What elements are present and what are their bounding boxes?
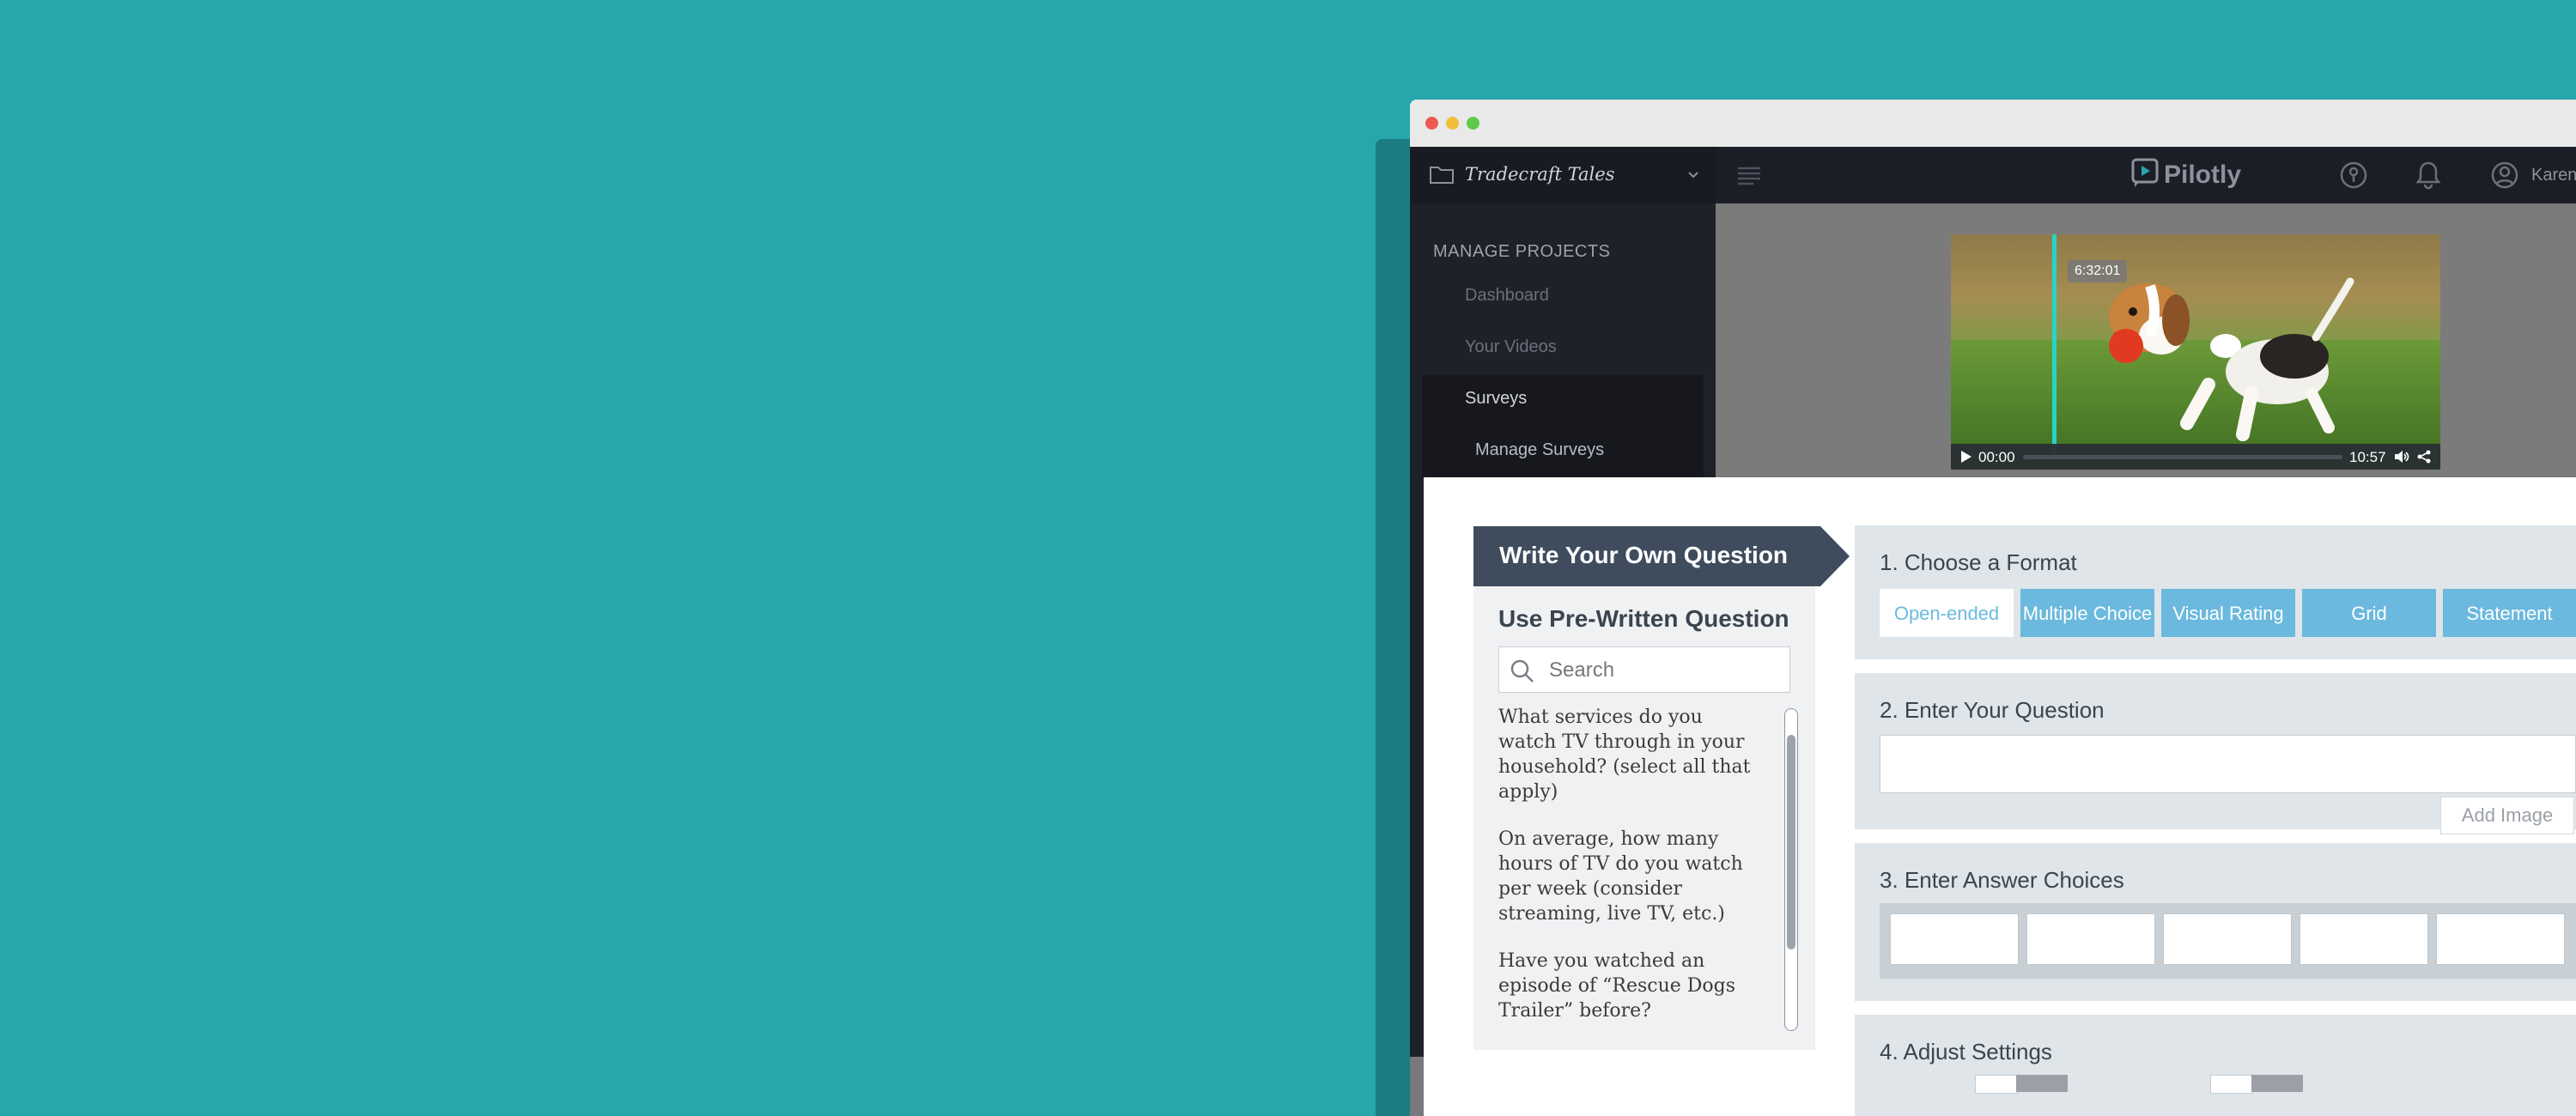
close-window-button[interactable]: [1425, 117, 1438, 130]
write-own-arrow: [1820, 526, 1850, 586]
chevron-down-icon[interactable]: [1686, 169, 1700, 185]
format-open-ended-button[interactable]: Open-ended: [1880, 589, 2014, 637]
video-player[interactable]: 6:32:01 00:00 10:57: [1951, 234, 2440, 470]
browser-window: Tradecraft Tales Pilotly Karen MANAGE PR…: [1410, 100, 2576, 1116]
folder-icon: [1429, 164, 1455, 189]
duration: 10:57: [2349, 449, 2386, 465]
play-icon[interactable]: [1959, 450, 1973, 468]
settings-toggle-on[interactable]: [2251, 1075, 2303, 1092]
minimize-window-button[interactable]: [1446, 117, 1459, 130]
format-visual-rating-button[interactable]: Visual Rating: [2161, 589, 2295, 637]
format-statement-button[interactable]: Statement: [2443, 589, 2576, 637]
bell-icon[interactable]: [2415, 160, 2442, 195]
format-multiple-choice-button[interactable]: Multiple Choice: [2020, 589, 2154, 637]
prewritten-question-list: What services do you watch TV through in…: [1498, 705, 1765, 1046]
format-grid-button[interactable]: Grid: [2302, 589, 2436, 637]
settings-toggle-off[interactable]: [2210, 1075, 2253, 1094]
play-logo-icon: [2131, 158, 2159, 193]
question-list-scrollbar[interactable]: [1784, 708, 1798, 1031]
logo-text: Pilotly: [2164, 161, 2242, 189]
sidebar-section-title: MANAGE PROJECTS: [1433, 242, 1611, 261]
answer-choices-title: 3. Enter Answer Choices: [1880, 867, 2124, 893]
enter-question-title: 2. Enter Your Question: [1880, 697, 2105, 723]
sidebar-item-dashboard[interactable]: Dashboard: [1465, 286, 1549, 306]
prewritten-question[interactable]: What services do you watch TV through in…: [1498, 705, 1765, 804]
settings-toggle-on[interactable]: [2016, 1075, 2068, 1092]
current-time: 00:00: [1978, 449, 2015, 465]
add-image-button[interactable]: Add Image: [2440, 797, 2574, 834]
project-selector[interactable]: Tradecraft Tales: [1410, 147, 1716, 204]
choose-format-title: 1. Choose a Format: [1880, 549, 2077, 575]
search-box[interactable]: [1498, 646, 1790, 693]
help-icon[interactable]: [2339, 161, 2368, 194]
prewritten-question[interactable]: Have you watched an episode of “Rescue D…: [1498, 949, 1765, 1023]
answer-choice-input[interactable]: [1890, 913, 2019, 965]
prewritten-title[interactable]: Use Pre-Written Question: [1498, 605, 1789, 633]
progress-track[interactable]: [2023, 455, 2342, 459]
share-icon[interactable]: [2416, 450, 2432, 468]
prewritten-question[interactable]: On average, how many hours of TV do you …: [1498, 827, 1765, 926]
answer-choice-input[interactable]: [2026, 913, 2155, 965]
scrollbar-thumb[interactable]: [1787, 735, 1795, 949]
search-input[interactable]: [1547, 656, 1783, 685]
sidebar-item-manage-surveys[interactable]: Manage Surveys: [1475, 440, 1604, 460]
settings-toggle-off[interactable]: [1975, 1075, 2018, 1094]
user-avatar-icon[interactable]: [2490, 161, 2519, 194]
video-controls: 00:00 10:57: [1951, 444, 2440, 470]
project-name: Tradecraft Tales: [1465, 164, 1615, 185]
answer-choice-input[interactable]: [2300, 913, 2428, 965]
prewritten-question-panel: Use Pre-Written Question What services d…: [1473, 586, 1815, 1050]
answer-choices-row: [1880, 903, 2576, 979]
choose-format-section: 1. Choose a Format Open-ended Multiple C…: [1855, 525, 2576, 659]
marker-time-tooltip: 6:32:01: [2068, 260, 2128, 282]
adjust-settings-section: 4. Adjust Settings: [1855, 1015, 2576, 1116]
write-own-question-tab[interactable]: Write Your Own Question: [1473, 526, 1820, 586]
user-name[interactable]: Karen: [2531, 166, 2576, 185]
answer-choice-input[interactable]: [2163, 913, 2292, 965]
search-icon: [1510, 658, 1535, 688]
app-logo[interactable]: Pilotly: [2131, 158, 2242, 193]
app-header: Tradecraft Tales Pilotly Karen: [1410, 147, 2576, 204]
adjust-settings-title: 4. Adjust Settings: [1880, 1039, 2052, 1064]
write-own-question-label: Write Your Own Question: [1499, 542, 1789, 568]
menu-icon[interactable]: [1736, 162, 1762, 192]
video-area: 6:32:01 00:00 10:57: [1716, 203, 2576, 495]
volume-icon[interactable]: [2394, 450, 2409, 468]
timeline-marker[interactable]: [2052, 234, 2057, 459]
window-titlebar: [1410, 100, 2576, 148]
question-input[interactable]: [1880, 735, 2576, 793]
sidebar-item-surveys[interactable]: Surveys: [1465, 389, 1527, 409]
enter-question-section: 2. Enter Your Question Add Image: [1855, 673, 2576, 834]
answer-choices-section: 3. Enter Answer Choices: [1855, 843, 2576, 1001]
sidebar-item-your-videos[interactable]: Your Videos: [1465, 337, 1557, 357]
answer-choice-input[interactable]: [2436, 913, 2565, 965]
puppy-video-frame: [2109, 277, 2354, 441]
question-builder: Write Your Own Question Use Pre-Written …: [1424, 477, 2576, 1116]
maximize-window-button[interactable]: [1467, 117, 1479, 130]
